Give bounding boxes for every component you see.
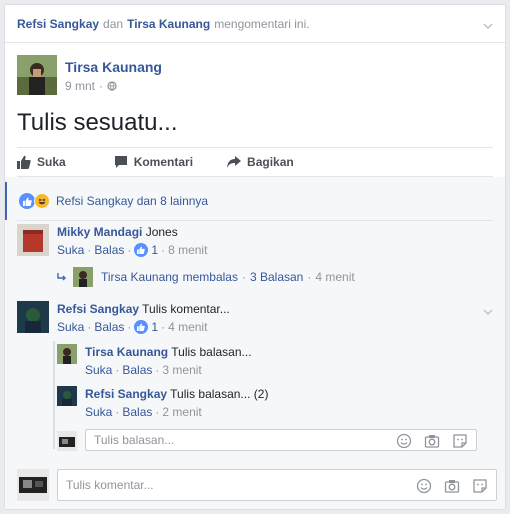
comment-time[interactable]: 4 menit [168, 319, 207, 335]
reply-item: Refsi Sangkay Tulis balasan... (2) Suka … [57, 386, 268, 420]
avatar [17, 469, 49, 501]
reply-text: Tulis balasan... (2) [170, 387, 269, 401]
author-name[interactable]: Tirsa Kaunang [65, 59, 162, 75]
like-button[interactable]: Suka [17, 155, 66, 169]
post-card: Refsi Sangkay dan Tirsa Kaunang mengomen… [4, 4, 506, 510]
avatar[interactable] [17, 55, 57, 95]
reply-input[interactable]: Tulis balasan... [85, 429, 477, 451]
post-text: Tulis sesuatu... [17, 109, 178, 136]
avatar[interactable] [57, 386, 77, 406]
notification-header: Refsi Sangkay dan Tirsa Kaunang mengomen… [5, 5, 505, 43]
reply-time[interactable]: 2 menit [162, 404, 201, 420]
like-count-icon [134, 320, 149, 334]
divider [17, 220, 493, 221]
comment-reply-link[interactable]: Balas [94, 319, 124, 335]
comment-text: Tulis komentar... [142, 302, 230, 316]
chevron-down-icon[interactable] [483, 21, 493, 31]
reply-author[interactable]: Tirsa Kaunang [85, 345, 168, 359]
replies-link[interactable]: Tirsa Kaunang membalas · 3 Balasan · 4 m… [57, 267, 355, 287]
avatar[interactable] [57, 344, 77, 364]
reply-like-link[interactable]: Suka [85, 404, 112, 420]
comment-like-count[interactable]: 1 [151, 242, 158, 258]
notif-text: mengomentari ini. [214, 16, 310, 31]
reactions-text: Refsi Sangkay dan 8 lainnya [56, 194, 209, 208]
comment-item: Mikky Mandagi Jones Suka · Balas · 1 · 8… [17, 224, 207, 258]
share-button[interactable]: Bagikan [227, 155, 294, 169]
comment-author[interactable]: Refsi Sangkay [57, 302, 139, 316]
reply-time[interactable]: 3 menit [162, 362, 201, 378]
camera-icon[interactable] [444, 478, 460, 494]
reply-text: Tulis balasan... [171, 345, 252, 359]
haha-reaction-icon [34, 193, 50, 209]
comment-like-count[interactable]: 1 [151, 319, 158, 335]
comment-like-link[interactable]: Suka [57, 242, 84, 258]
share-icon [227, 156, 242, 168]
notif-user1[interactable]: Refsi Sangkay [17, 17, 99, 31]
thread-line [53, 341, 55, 449]
comment-time[interactable]: 8 menit [168, 242, 207, 258]
emoji-icon[interactable] [416, 478, 432, 494]
camera-icon[interactable] [424, 433, 440, 449]
reply-reply-link[interactable]: Balas [122, 362, 152, 378]
reply-author[interactable]: Refsi Sangkay [85, 387, 167, 401]
reply-arrow-icon [57, 273, 66, 281]
thread-author[interactable]: Tirsa Kaunang [101, 270, 179, 284]
comment-like-link[interactable]: Suka [57, 319, 84, 335]
notif-user2[interactable]: Tirsa Kaunang [127, 17, 210, 31]
thread-action: membalas [182, 270, 238, 284]
comment-text: Jones [145, 225, 178, 239]
avatar[interactable] [17, 301, 49, 333]
like-reaction-icon [19, 193, 35, 209]
comment-button[interactable]: Komentari [114, 155, 193, 169]
avatar[interactable] [17, 224, 49, 256]
avatar [57, 431, 77, 451]
comment-item: Refsi Sangkay Tulis komentar... Suka · B… [17, 301, 230, 335]
comment-icon [114, 156, 127, 168]
reply-like-link[interactable]: Suka [85, 362, 112, 378]
comment-input[interactable]: Tulis komentar... [57, 469, 497, 501]
chevron-down-icon[interactable] [483, 307, 493, 317]
thread-time: 4 menit [315, 270, 355, 284]
avatar [73, 267, 93, 287]
thread-reply-count[interactable]: 3 Balasan [250, 270, 303, 284]
comment-reply-link[interactable]: Balas [94, 242, 124, 258]
sticker-icon[interactable] [452, 433, 468, 449]
reactions-summary[interactable]: Refsi Sangkay dan 8 lainnya [5, 182, 505, 220]
action-bar: Suka Komentari Bagikan [17, 147, 493, 177]
notif-conj: dan [103, 16, 124, 31]
reply-reply-link[interactable]: Balas [122, 404, 152, 420]
thumbs-up-icon [17, 155, 31, 169]
like-count-icon [134, 243, 149, 257]
globe-icon [107, 81, 117, 91]
emoji-icon[interactable] [396, 433, 412, 449]
reply-item: Tirsa Kaunang Tulis balasan... Suka · Ba… [57, 344, 252, 378]
comment-author[interactable]: Mikky Mandagi [57, 225, 142, 239]
sticker-icon[interactable] [472, 478, 488, 494]
post-time[interactable]: 9 mnt [65, 79, 95, 93]
